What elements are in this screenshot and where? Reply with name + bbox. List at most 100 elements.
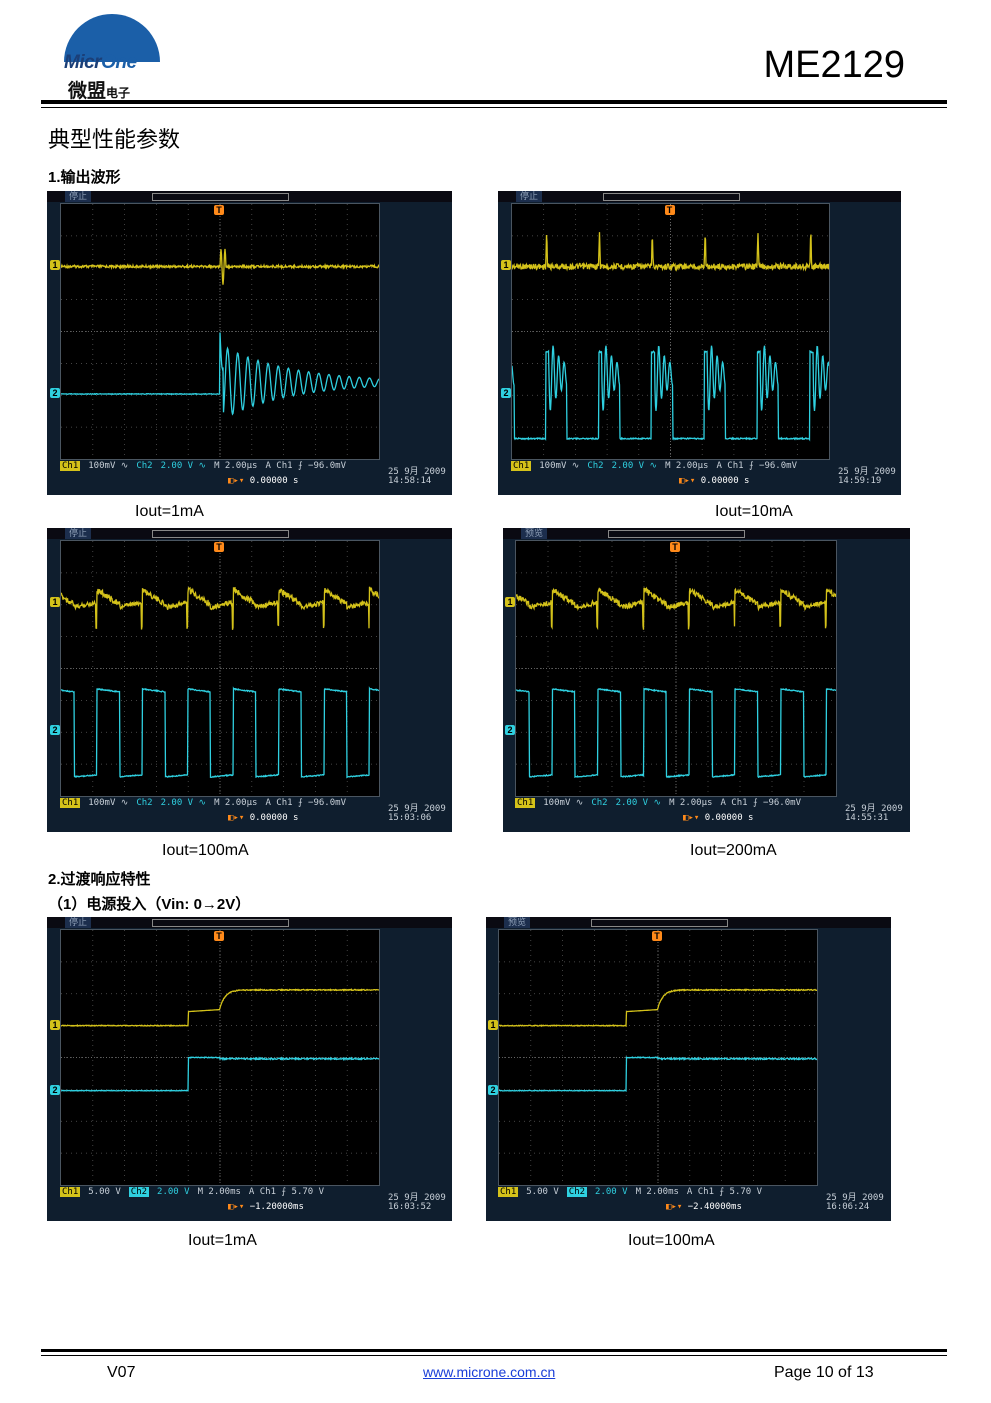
ch2-ground-marker-icon: 2 <box>50 387 60 398</box>
trigger-offset-icon: ◧▸▾ <box>228 813 250 823</box>
trigger-offset-icon: ◧▸▾ <box>666 1202 688 1212</box>
scope-screenshot: 预览 1 2 T Ch1 5.00 V Ch2 2.00 V M 2.00ms A Ch1 ⨍ 5… <box>486 917 891 1221</box>
trigger-position-icon: T <box>214 205 224 215</box>
trigger-setting: A Ch1 ⨍ −96.0mV <box>265 798 346 808</box>
ch2-scale: 2.00 V ∿ <box>160 461 207 471</box>
ch1-label: Ch1 <box>60 798 81 808</box>
trigger-offset-readout: ◧▸▾ 0.00000 s <box>679 476 749 486</box>
ch2-scale: 2.00 V ∿ <box>615 798 662 808</box>
timebase: M 2.00µs <box>214 461 258 471</box>
scope-screenshot: 停止 1 2 T Ch1 100mV ∿ Ch2 2.00 V ∿ M 2.00µs A Ch1 … <box>47 528 452 832</box>
trigger-offset-value: −1.20000ms <box>249 1202 304 1212</box>
waveform-plot <box>60 930 380 1185</box>
scope-screenshot: 停止 1 2 T Ch1 100mV ∿ Ch2 2.00 V ∿ M 2.00µs A Ch1 … <box>47 191 452 495</box>
ch1-ground-marker-icon: 1 <box>50 597 60 608</box>
ch2-label: Ch2 <box>587 461 604 471</box>
timestamp-time: 14:58:14 <box>388 476 432 486</box>
scope-screenshot: 停止 1 2 T Ch1 5.00 V Ch2 2.00 V M 2.00ms A Ch1 ⨍ 5… <box>47 917 452 1221</box>
ch2-scale: 2.00 V ∿ <box>611 461 658 471</box>
trigger-setting: A Ch1 ⨍ −96.0mV <box>720 798 801 808</box>
timestamp-time: 14:55:31 <box>845 813 889 823</box>
scope-run-state: 停止 <box>65 191 92 202</box>
waveform-plot <box>60 541 380 796</box>
ch2-label: Ch2 <box>136 461 153 471</box>
footer-link-wrap: www.microne.com.cn <box>423 1364 555 1382</box>
scope-top-bar: 停止 <box>47 917 452 928</box>
scope-display <box>60 929 380 1186</box>
record-position-bar <box>152 919 289 927</box>
trigger-setting: A Ch1 ⨍ −96.0mV <box>265 461 346 471</box>
scope-display <box>498 929 818 1186</box>
ch2-label: Ch2 <box>566 1187 588 1197</box>
scope-top-bar: 预览 <box>503 528 910 539</box>
logo-wordmark: MicrOne <box>64 52 137 73</box>
ch1-scale: 100mV ∿ <box>543 798 584 808</box>
footer-version: V07 <box>107 1364 136 1381</box>
ch1-scale: 5.00 V <box>526 1187 559 1197</box>
ch1-ground-marker-icon: 1 <box>50 260 60 271</box>
subsection-output-waveform: 1.输出波形 <box>48 169 121 186</box>
footer-rule <box>41 1349 947 1352</box>
trigger-setting: A Ch1 ⨍ 5.70 V <box>686 1187 763 1197</box>
ch1-ground-marker-icon: 1 <box>505 597 515 608</box>
ch1-trace <box>515 586 837 631</box>
trigger-setting: A Ch1 ⨍ 5.70 V <box>248 1187 325 1197</box>
timestamp: 25 9月 2009 15:03:06 <box>388 805 446 823</box>
scope-top-bar: 预览 <box>486 917 891 928</box>
subsection-power-on: （1）电源投入（Vin: 0→2V） <box>48 896 251 913</box>
ch2-label: Ch2 <box>136 798 153 808</box>
trigger-offset-icon: ◧▸▾ <box>683 813 705 823</box>
scope-display <box>60 540 380 797</box>
footer-page-number: Page 10 of 13 <box>774 1364 874 1381</box>
trigger-offset-readout: ◧▸▾ −1.20000ms <box>228 1202 304 1212</box>
logo-chinese: 微盟电子 <box>68 81 131 102</box>
scope-top-bar: 停止 <box>498 191 901 202</box>
waveform-plot <box>499 930 818 1185</box>
trigger-offset-value: −2.40000ms <box>687 1202 742 1212</box>
trigger-offset-readout: ◧▸▾ −2.40000ms <box>666 1202 742 1212</box>
waveform-plot <box>60 204 380 459</box>
ch1-label: Ch1 <box>515 798 536 808</box>
timestamp: 25 9月 2009 14:59:19 <box>838 468 896 486</box>
timestamp: 25 9月 2009 14:58:14 <box>388 468 446 486</box>
record-position-bar <box>608 530 745 538</box>
trigger-position-icon: T <box>652 931 662 941</box>
trigger-setting: A Ch1 ⨍ −96.0mV <box>716 461 797 471</box>
ch2-ground-marker-icon: 2 <box>488 1084 498 1095</box>
ch1-label: Ch1 <box>60 461 81 471</box>
scope-run-state: 停止 <box>65 917 92 928</box>
scope-run-state: 停止 <box>65 528 92 539</box>
trigger-position-icon: T <box>664 205 675 215</box>
ch1-scale: 5.00 V <box>88 1187 121 1197</box>
ch2-ground-marker-icon: 2 <box>505 724 515 735</box>
trigger-offset-value: 0.00000 s <box>700 476 750 486</box>
trigger-offset-value: 0.00000 s <box>704 813 754 823</box>
header-rule <box>41 100 947 104</box>
ch1-trace <box>60 586 380 630</box>
ch1-scale: 100mV ∿ <box>539 461 580 471</box>
record-position-bar <box>152 530 289 538</box>
trigger-position-icon: T <box>670 542 680 552</box>
scope-run-state: 停止 <box>516 191 543 202</box>
waveform-plot <box>511 204 830 459</box>
timebase: M 2.00ms <box>197 1187 241 1197</box>
trigger-position-icon: T <box>214 931 224 941</box>
ch2-ground-marker-icon: 2 <box>50 724 60 735</box>
scope-screenshot: 停止 1 2 T Ch1 100mV ∿ Ch2 2.00 V ∿ M 2.00µs A Ch1 … <box>498 191 901 495</box>
footer-website-link[interactable]: www.microne.com.cn <box>423 1364 555 1380</box>
ch1-label: Ch1 <box>60 1187 81 1197</box>
scope-top-bar: 停止 <box>47 528 452 539</box>
caption: Iout=100mA <box>628 1232 715 1249</box>
trigger-offset-value: 0.00000 s <box>249 476 299 486</box>
trigger-offset-icon: ◧▸▾ <box>679 476 701 486</box>
caption: Iout=200mA <box>690 842 777 859</box>
trigger-offset-readout: ◧▸▾ 0.00000 s <box>683 813 753 823</box>
ch1-scale: 100mV ∿ <box>88 461 129 471</box>
ch2-label: Ch2 <box>128 1187 150 1197</box>
record-position-bar <box>152 193 289 201</box>
ch1-ground-marker-icon: 1 <box>501 260 511 271</box>
timestamp: 25 9月 2009 16:06:24 <box>826 1194 884 1212</box>
ch2-scale: 2.00 V ∿ <box>160 798 207 808</box>
timestamp-time: 16:06:24 <box>826 1202 870 1212</box>
ch1-ground-marker-icon: 1 <box>488 1019 498 1030</box>
